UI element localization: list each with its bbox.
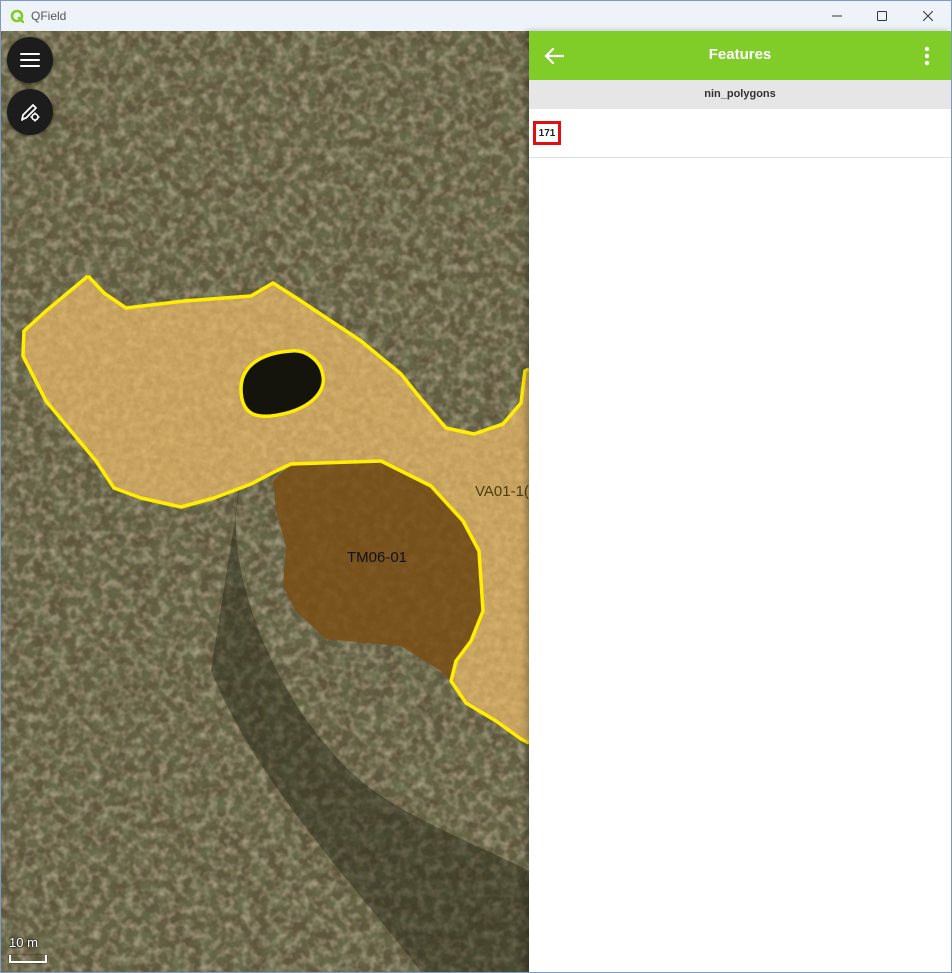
maximize-button[interactable]: [859, 1, 905, 31]
panel-title: Features: [708, 46, 772, 63]
minimize-icon: [832, 15, 842, 17]
close-button[interactable]: [905, 1, 951, 31]
panel-header: Features: [529, 31, 951, 80]
main-menu-button[interactable]: [7, 37, 53, 83]
scale-label: 10 m: [9, 935, 38, 950]
map-canvas[interactable]: TM06-01 VA01-1( 10 m: [1, 31, 529, 972]
feature-id-label: 171: [533, 121, 561, 145]
feature-list-item[interactable]: 171: [529, 109, 951, 158]
qfield-window: QField TM06-01 VA01-1(10 m Features nin…: [0, 0, 952, 973]
more-options-button[interactable]: [915, 43, 939, 69]
polygon-label-tm06: TM06-01: [347, 549, 408, 566]
minimize-button[interactable]: [814, 1, 860, 31]
window-title: QField: [31, 9, 67, 23]
features-panel: Features nin_polygons 171: [529, 31, 951, 972]
more-vertical-icon: [924, 46, 930, 66]
qfield-logo-icon: [10, 9, 25, 24]
title-bar: QField: [1, 1, 951, 31]
maximize-icon: [877, 11, 887, 21]
layer-name: nin_polygons: [704, 88, 776, 100]
layer-section-header: nin_polygons: [529, 80, 951, 109]
scale-bar: [9, 955, 47, 963]
close-icon: [923, 11, 933, 21]
polygon-label-va01: VA01-1(: [475, 483, 529, 500]
aerial-imagery: [1, 31, 529, 972]
digitize-settings-icon: [21, 104, 40, 122]
digitize-settings-button[interactable]: [7, 89, 53, 135]
hamburger-menu-icon: [20, 53, 40, 67]
